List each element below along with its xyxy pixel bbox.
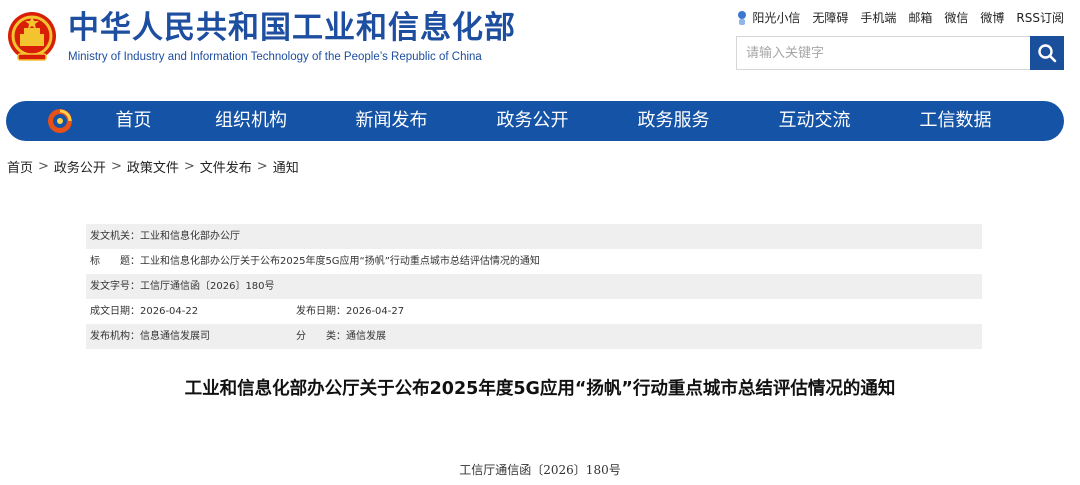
- article-title: 工业和信息化部办公厅关于公布2025年度5G应用“扬帆”行动重点城市总结评估情况…: [184, 379, 896, 399]
- sunshine-mascot-icon: [738, 10, 747, 25]
- issuer-label: 发文机关：: [90, 231, 140, 242]
- nav-interaction[interactable]: 互动交流: [744, 101, 885, 141]
- info-row-title: 标 题： 工业和信息化部办公厅关于公布2025年度5G应用“扬帆”行动重点城市总…: [86, 249, 982, 274]
- title-value: 工业和信息化部办公厅关于公布2025年度5G应用“扬帆”行动重点城市总结评估情况…: [140, 256, 540, 267]
- toplink-mobile[interactable]: 手机端: [860, 9, 896, 26]
- toplink-wechat[interactable]: 微信: [944, 9, 968, 26]
- national-emblem-icon: [6, 8, 58, 66]
- title-label: 标 题：: [90, 256, 140, 267]
- issuer-value: 工业和信息化部办公厅: [140, 231, 240, 242]
- nav-items: 首页 组织机构 新闻发布 政务公开 政务服务 互动交流 工信数据: [86, 101, 1026, 141]
- breadcrumb-separator: >: [38, 159, 49, 174]
- main-nav: 首页 组织机构 新闻发布 政务公开 政务服务 互动交流 工信数据: [6, 101, 1064, 141]
- nav-government-affairs[interactable]: 政务公开: [462, 101, 603, 141]
- toplink-mail[interactable]: 邮箱: [908, 9, 932, 26]
- category-label: 分 类：: [296, 331, 346, 342]
- breadcrumb-separator: >: [256, 159, 268, 174]
- info-row-dates: 成文日期： 2026-04-22 发布日期： 2026-04-27: [86, 299, 982, 324]
- breadcrumb-notice[interactable]: 通知: [273, 157, 299, 176]
- nav-services[interactable]: 政务服务: [603, 101, 744, 141]
- search-icon: [1038, 44, 1057, 63]
- toplink-sunshine[interactable]: 阳光小信: [735, 9, 800, 26]
- toplink-rss[interactable]: RSS订阅: [1016, 9, 1064, 26]
- info-row-org: 发布机构： 信息通信发展司 分 类： 通信发展: [86, 324, 982, 349]
- site-subtitle: Ministry of Industry and Information Tec…: [68, 51, 482, 63]
- breadcrumb-government-affairs[interactable]: 政务公开: [54, 157, 106, 176]
- breadcrumb-separator: >: [183, 159, 195, 174]
- breadcrumb-file-release[interactable]: 文件发布: [200, 157, 252, 176]
- top-links: 阳光小信 无障碍 手机端 邮箱 微信 微博 RSS订阅: [735, 9, 1064, 26]
- docno-label: 发文字号：: [90, 281, 140, 292]
- breadcrumb-policy-files[interactable]: 政策文件: [127, 157, 179, 176]
- document-info-table: 发文机关： 工业和信息化部办公厅 标 题： 工业和信息化部办公厅关于公布2025…: [86, 224, 982, 349]
- article-docno: 工信厅通信函〔2026〕180号: [459, 463, 621, 477]
- search-button[interactable]: [1030, 36, 1064, 70]
- info-row-docno: 发文字号： 工信厅通信函〔2026〕180号: [86, 274, 982, 299]
- nav-home[interactable]: 首页: [86, 101, 181, 141]
- breadcrumb-home[interactable]: 首页: [7, 157, 33, 176]
- nav-data[interactable]: 工信数据: [885, 101, 1026, 141]
- nav-organization[interactable]: 组织机构: [181, 101, 321, 141]
- published-date-label: 发布日期：: [296, 306, 346, 317]
- published-date-value: 2026-04-27: [346, 306, 405, 317]
- org-label: 发布机构：: [90, 331, 140, 342]
- written-date-value: 2026-04-22: [140, 306, 199, 317]
- info-row-issuer: 发文机关： 工业和信息化部办公厅: [86, 224, 982, 249]
- nav-news[interactable]: 新闻发布: [321, 101, 462, 141]
- search-input[interactable]: [736, 36, 1030, 70]
- miit-logo-icon[interactable]: [46, 107, 74, 135]
- toplink-label: 阳光小信: [752, 11, 801, 25]
- org-value: 信息通信发展司: [140, 331, 210, 342]
- site-title[interactable]: 中华人民共和国工业和信息化部: [68, 10, 516, 46]
- category-value: 通信发展: [346, 331, 386, 342]
- toplink-accessibility[interactable]: 无障碍: [812, 9, 848, 26]
- toplink-weibo[interactable]: 微博: [980, 9, 1004, 26]
- written-date-label: 成文日期：: [90, 306, 140, 317]
- breadcrumb-separator: >: [110, 159, 122, 174]
- breadcrumb: 首页 > 政务公开 > 政策文件 > 文件发布 > 通知: [7, 157, 299, 176]
- docno-value: 工信厅通信函〔2026〕180号: [140, 281, 275, 292]
